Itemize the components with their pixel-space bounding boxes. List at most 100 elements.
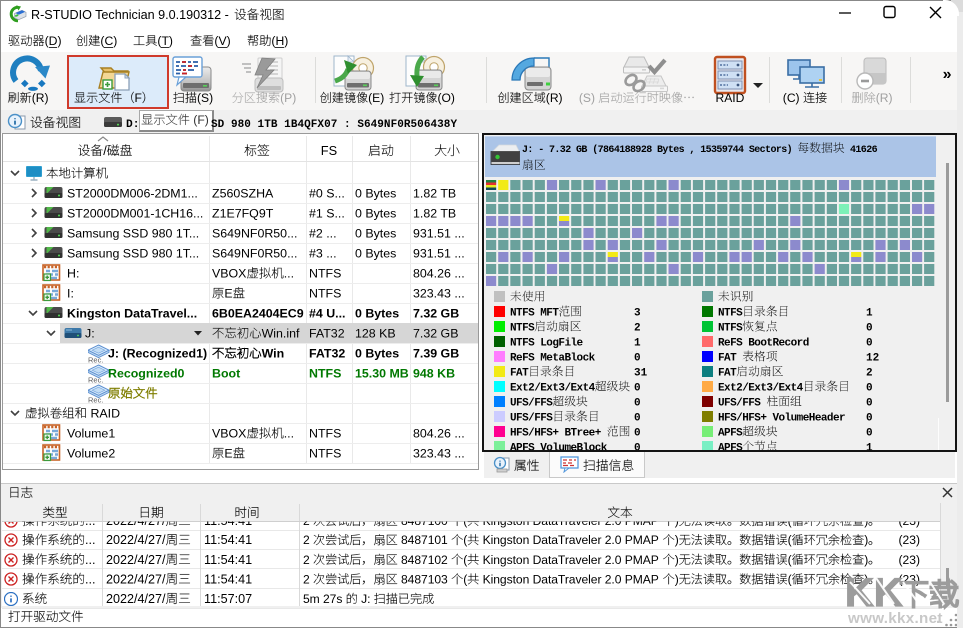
svg-text:Boot: Boot (212, 367, 240, 381)
svg-text:0 Bytes: 0 Bytes (355, 227, 396, 241)
svg-text:FAT32: FAT32 (309, 347, 345, 361)
svg-text:J: (Recognized1): J: (Recognized1) (108, 347, 207, 361)
svg-text:HFS/HFS+ VolumeHeader: HFS/HFS+ VolumeHeader (718, 413, 845, 425)
svg-text:NTFS: NTFS (309, 267, 341, 281)
svg-text:VBOX: VBOX (212, 427, 246, 441)
svg-text:(P): (P) (280, 91, 296, 105)
svg-text:0: 0 (634, 428, 641, 440)
svg-text:UFS/FFS: UFS/FFS (718, 398, 766, 410)
svg-text:(O): (O) (438, 91, 455, 105)
svg-text:0 Bytes: 0 Bytes (355, 307, 399, 321)
svg-text:3: 3 (634, 308, 641, 320)
svg-text:(D): (D) (45, 34, 62, 48)
svg-text:J:: J: (358, 592, 374, 606)
svg-text:ST2000DM001-1CH16...: ST2000DM001-1CH16... (67, 207, 203, 221)
svg-text:NTFS: NTFS (309, 427, 341, 441)
svg-text:(23): (23) (899, 514, 921, 528)
svg-text:): ) (675, 533, 679, 547)
svg-text:ST2000DM006-2DM1...: ST2000DM006-2DM1... (67, 187, 198, 201)
svg-text:931.51 ...: 931.51 ... (413, 247, 465, 261)
svg-text:0: 0 (866, 323, 873, 335)
svg-text:6B0EA2404EC9: 6B0EA2404EC9 (212, 307, 304, 321)
svg-text:(: ( (788, 514, 792, 528)
svg-text:0 Bytes: 0 Bytes (355, 187, 396, 201)
svg-text:(23): (23) (899, 533, 921, 547)
svg-text:804.26 ...: 804.26 ... (413, 267, 465, 281)
svg-text:(E): (E) (368, 91, 384, 105)
svg-text:Z560SZHA: Z560SZHA (212, 187, 274, 201)
svg-text:5m 27s: 5m 27s (303, 592, 346, 606)
svg-text:FS: FS (321, 143, 337, 158)
svg-text:11:57:07: 11:57:07 (204, 592, 252, 606)
svg-text:0: 0 (634, 398, 641, 410)
svg-text:Volume1: Volume1 (67, 427, 115, 441)
svg-text:(S): (S) (197, 91, 213, 105)
svg-text:#1 S...: #1 S... (309, 207, 345, 221)
svg-text:1.82 TB: 1.82 TB (413, 187, 456, 201)
svg-text:0: 0 (634, 353, 641, 365)
svg-text:2: 2 (303, 533, 313, 547)
svg-text:2022/4/27/: 2022/4/27/ (106, 514, 166, 528)
svg-text:E: E (224, 447, 232, 461)
svg-text:NTFS MFT: NTFS MFT (510, 308, 559, 320)
svg-text:(23): (23) (899, 553, 921, 567)
svg-text:323.43 ...: 323.43 ... (413, 447, 465, 461)
svg-text:VBOX: VBOX (212, 267, 246, 281)
svg-text:(: ( (788, 572, 792, 586)
svg-text:2: 2 (303, 553, 313, 567)
svg-text:2022/4/27/: 2022/4/27/ (106, 553, 166, 567)
svg-text:(: ( (463, 533, 467, 547)
svg-text:UFS/FFS: UFS/FFS (510, 398, 553, 410)
svg-text:0: 0 (634, 413, 641, 425)
svg-text:S649NF0R50...: S649NF0R50... (212, 247, 297, 261)
svg-text:2: 2 (866, 368, 873, 380)
svg-text:#4 U...: #4 U... (309, 307, 346, 321)
svg-text:31: 31 (634, 368, 648, 380)
svg-text:...: ... (284, 267, 294, 281)
svg-text:(V): (V) (214, 34, 230, 48)
svg-text:7.39 GB: 7.39 GB (413, 347, 459, 361)
svg-text:Samsung SSD 980 1T...: Samsung SSD 980 1T... (67, 227, 199, 241)
svg-text:Z1E7FQ9T: Z1E7FQ9T (212, 207, 274, 221)
svg-text:(: ( (463, 514, 467, 528)
svg-text:NTFS: NTFS (309, 447, 341, 461)
svg-text:128 KB: 128 KB (355, 327, 396, 341)
svg-text:UFS/FFS: UFS/FFS (510, 413, 553, 425)
svg-text:E: E (224, 287, 232, 301)
svg-text:1: 1 (866, 308, 873, 320)
svg-text:931.51 ...: 931.51 ... (413, 227, 465, 241)
svg-text:): ) (864, 514, 868, 528)
svg-text:Ext2/Ext3/Ext4: Ext2/Ext3/Ext4 (510, 383, 596, 395)
svg-text:ReFS BootRecord: ReFS BootRecord (718, 338, 809, 350)
svg-text:H:: H: (67, 267, 79, 281)
svg-text:(H): (H) (271, 34, 288, 48)
svg-text:(: ( (463, 572, 467, 586)
svg-text:...: ... (85, 533, 96, 547)
svg-text:.: . (936, 610, 940, 627)
svg-text:Volume2: Volume2 (67, 447, 115, 461)
svg-text:0: 0 (866, 398, 873, 410)
svg-text:2: 2 (634, 323, 641, 335)
svg-text:8487100: 8487100 (398, 514, 451, 528)
svg-text:R-STUDIO Technician 9.0.190312: R-STUDIO Technician 9.0.190312 - (31, 8, 232, 22)
svg-text:0: 0 (866, 413, 873, 425)
svg-text:NTFS: NTFS (718, 323, 743, 335)
svg-text:(S): (S) (579, 91, 598, 105)
svg-text:2: 2 (303, 572, 313, 586)
svg-text:...: ... (85, 514, 96, 528)
svg-text:(F): (F) (190, 113, 209, 127)
svg-text:(T): (T) (157, 34, 173, 48)
svg-text:41626: 41626 (845, 145, 878, 156)
svg-text:I:: I: (67, 287, 74, 301)
svg-text:Win.inf: Win.inf (262, 327, 300, 341)
svg-text:...: ... (85, 553, 96, 567)
svg-text:D:: D: (126, 119, 139, 131)
svg-text:(: ( (463, 553, 467, 567)
svg-text:8487101: 8487101 (398, 533, 451, 547)
svg-text:#0 S...: #0 S... (309, 187, 345, 201)
svg-text:15.30 MB: 15.30 MB (355, 367, 409, 381)
svg-text:NTFS LogFile: NTFS LogFile (510, 338, 584, 350)
svg-text:11:54:41: 11:54:41 (204, 533, 252, 547)
svg-text:8487103: 8487103 (398, 572, 451, 586)
svg-text:0: 0 (634, 383, 641, 395)
